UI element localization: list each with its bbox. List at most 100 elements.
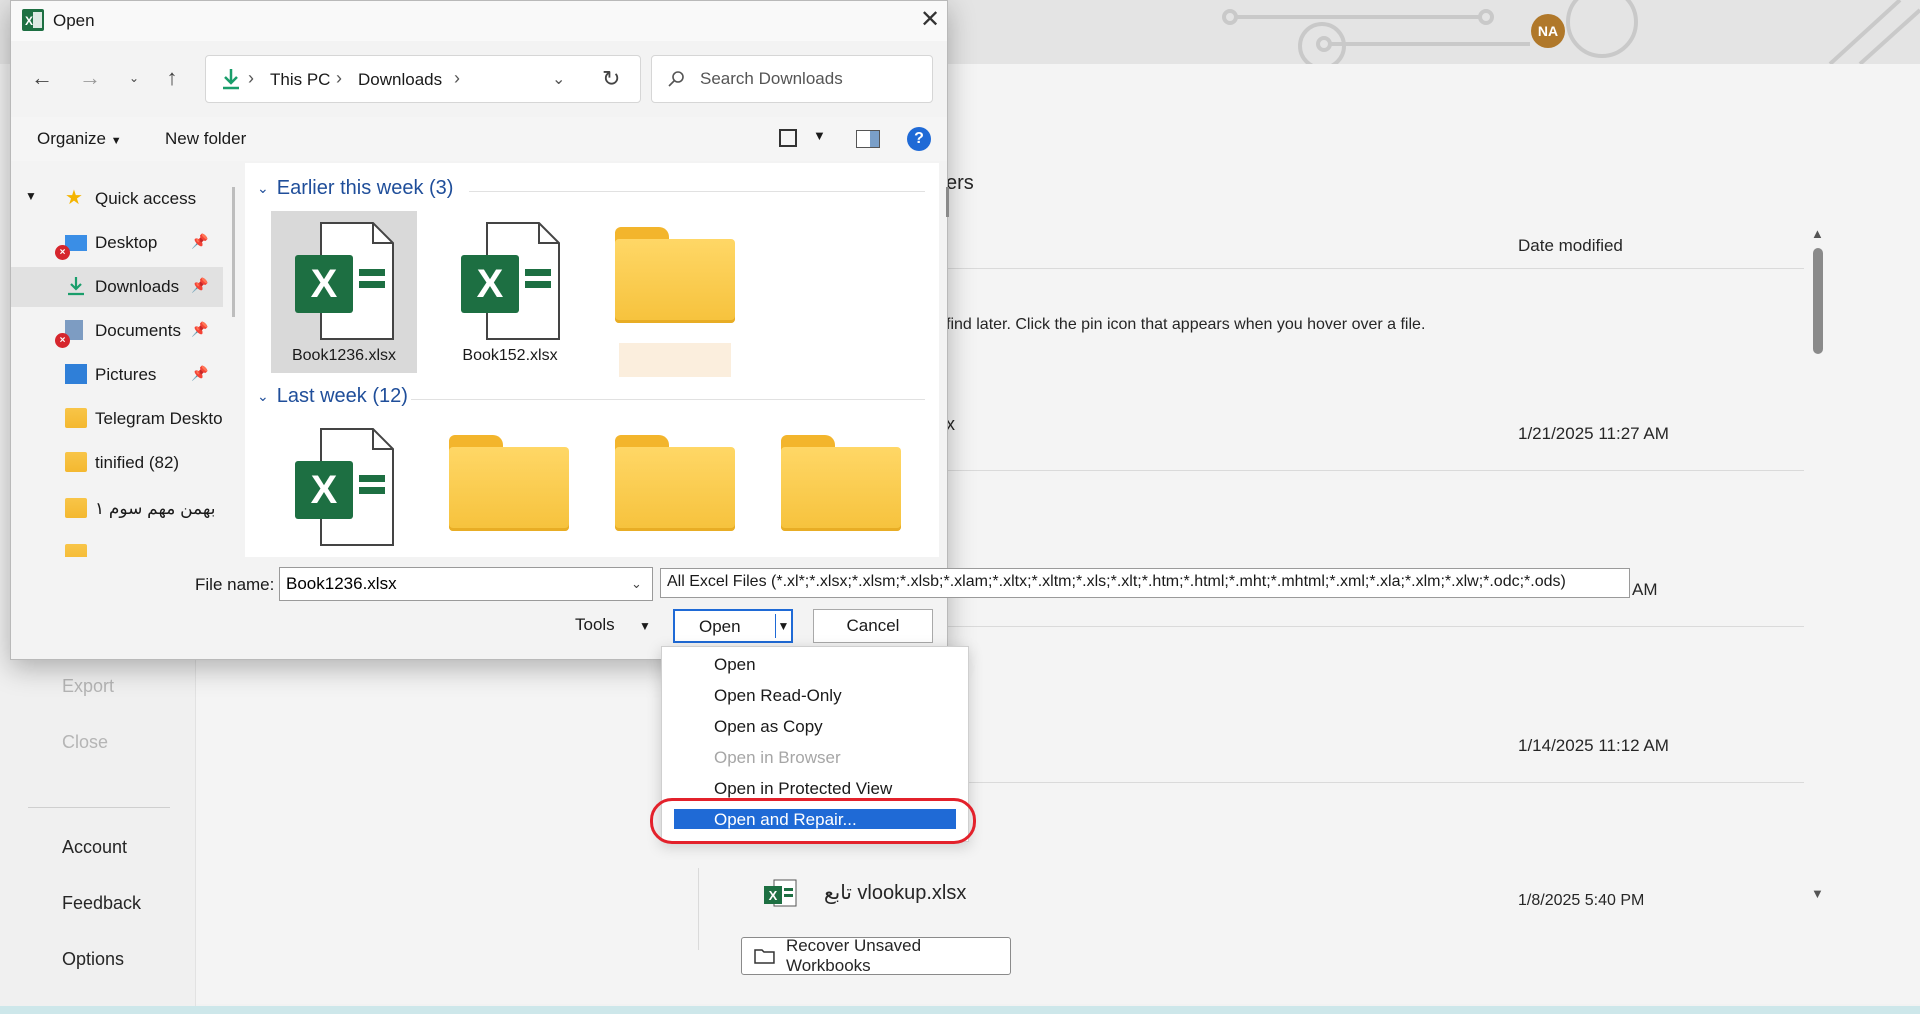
row-divider xyxy=(946,782,1804,783)
file-name-dropdown-icon[interactable]: ⌄ xyxy=(631,576,642,592)
folder-icon xyxy=(65,408,87,428)
scroll-up-icon[interactable]: ▲ xyxy=(1811,226,1824,241)
sync-error-icon: × xyxy=(55,333,70,348)
sidebar-item-partial[interactable] xyxy=(11,535,223,557)
caret-down-icon: ▼ xyxy=(110,135,122,147)
file-tile[interactable]: X xyxy=(271,417,417,557)
new-folder-button[interactable]: New folder xyxy=(165,129,246,149)
dialog-title: Open xyxy=(53,11,95,30)
breadcrumb-downloads[interactable]: Downloads xyxy=(358,70,442,90)
navigation-pane-scrollbar[interactable] xyxy=(232,187,235,317)
tools-button[interactable]: Tools xyxy=(575,615,615,635)
file-tile[interactable]: X Book1236.xlsx xyxy=(271,211,417,373)
open-button-label: Open xyxy=(699,617,741,636)
backstage-scrollbar[interactable]: ▲ ▼ xyxy=(1808,226,1828,906)
nav-close[interactable]: Close xyxy=(62,732,108,753)
recover-unsaved-label: Recover Unsaved Workbooks xyxy=(785,936,922,975)
breadcrumb-separator-icon: › xyxy=(454,68,460,88)
address-dropdown-icon[interactable]: ⌄ xyxy=(552,69,565,89)
view-options-caret-icon[interactable]: ▼ xyxy=(813,128,826,143)
open-split-caret-icon[interactable]: ▼ xyxy=(775,614,791,638)
open-button[interactable]: Open ▼ xyxy=(673,609,793,643)
cancel-button[interactable]: Cancel xyxy=(813,609,933,643)
nav-export[interactable]: Export xyxy=(62,676,114,697)
close-icon[interactable]: ✕ xyxy=(915,5,945,35)
back-arrow-icon[interactable]: ← xyxy=(27,63,57,93)
download-icon xyxy=(223,69,239,90)
view-mode-icon[interactable] xyxy=(779,129,797,147)
breadcrumb-this-pc[interactable]: This PC xyxy=(270,70,330,90)
user-avatar[interactable]: NA xyxy=(1531,14,1565,48)
sidebar-item-downloads[interactable]: Downloads 📌 xyxy=(11,267,223,307)
header-divider xyxy=(946,268,1804,269)
folder-tile[interactable] xyxy=(603,417,749,557)
open-dialog: X Open ✕ ← → ⌄ ↑ › This PC › Downloads ›… xyxy=(10,0,949,660)
pin-icon[interactable]: 📌 xyxy=(191,277,208,294)
dialog-title-bar: X Open ✕ xyxy=(11,1,947,41)
scroll-thumb[interactable] xyxy=(1813,248,1823,354)
sidebar-item-desktop[interactable]: × Desktop 📌 xyxy=(11,223,223,263)
nav-account[interactable]: Account xyxy=(62,837,127,858)
forward-arrow-icon[interactable]: → xyxy=(75,63,105,93)
menu-item-open-protected-view[interactable]: Open in Protected View xyxy=(714,779,892,799)
row-divider xyxy=(946,626,1804,627)
file-list-scrollbar[interactable] xyxy=(946,187,949,217)
chevron-down-icon: ⌄ xyxy=(257,388,269,404)
file-row-name[interactable]: تابع vlookup.xlsx xyxy=(824,880,966,905)
group-header-last-week[interactable]: ⌄ Last week (12) xyxy=(257,385,408,408)
folder-tile[interactable] xyxy=(437,417,583,557)
sidebar-item-telegram[interactable]: Telegram Deskto xyxy=(11,399,223,439)
navigation-pane[interactable]: ▼ ★ Quick access × Desktop 📌 Downloads 📌… xyxy=(11,163,233,557)
excel-app-icon: X xyxy=(22,9,44,31)
file-list[interactable]: ⌄ Earlier this week (3) X Book1236.xlsx … xyxy=(245,163,939,557)
folder-name-placeholder xyxy=(619,343,731,377)
group-header-earlier[interactable]: ⌄ Earlier this week (3) xyxy=(257,177,453,200)
menu-item-open-as-copy[interactable]: Open as Copy xyxy=(714,717,823,737)
refresh-icon[interactable]: ↻ xyxy=(602,66,620,92)
nav-divider xyxy=(28,807,170,808)
menu-item-open-in-browser: Open in Browser xyxy=(714,748,841,767)
tools-caret-icon[interactable]: ▼ xyxy=(639,619,651,633)
pin-icon[interactable]: 📌 xyxy=(191,321,208,338)
folder-tile[interactable] xyxy=(769,417,915,557)
file-name-input[interactable] xyxy=(279,567,653,601)
file-tile[interactable]: X Book152.xlsx xyxy=(437,211,583,373)
nav-feedback[interactable]: Feedback xyxy=(62,893,141,914)
address-bar[interactable]: › This PC › Downloads › ⌄ ↻ xyxy=(205,55,641,103)
svg-text:X: X xyxy=(311,262,338,306)
folder-icon xyxy=(65,544,87,557)
nav-options[interactable]: Options xyxy=(62,949,124,970)
folder-tile[interactable] xyxy=(603,211,749,377)
menu-item-open[interactable]: Open xyxy=(714,655,756,675)
svg-text:X: X xyxy=(477,262,504,306)
chevron-down-icon[interactable]: ▼ xyxy=(25,189,37,203)
pin-icon[interactable]: 📌 xyxy=(191,365,208,382)
file-type-filter[interactable]: All Excel Files (*.xl*;*.xlsx;*.xlsm;*.x… xyxy=(660,568,1630,598)
help-icon[interactable]: ? xyxy=(907,127,931,151)
pin-icon[interactable]: 📌 xyxy=(191,233,208,250)
preview-pane-icon[interactable] xyxy=(856,130,880,148)
sidebar-item-pictures[interactable]: Pictures 📌 xyxy=(11,355,223,395)
scroll-down-icon[interactable]: ▼ xyxy=(1811,886,1824,901)
sidebar-item-documents[interactable]: × Documents 📌 xyxy=(11,311,223,351)
svg-text:X: X xyxy=(769,888,778,903)
sidebar-item-label: Documents xyxy=(95,321,181,340)
search-input[interactable] xyxy=(700,69,900,89)
group-divider xyxy=(469,191,925,192)
group-title: Last week (12) xyxy=(276,385,408,407)
sidebar-item-bahman[interactable]: بهمن مهم سوم ۱ xyxy=(11,489,223,529)
file-row-date: 1/8/2025 5:40 PM xyxy=(1518,892,1645,909)
file-row-date: AM xyxy=(1632,580,1658,599)
organize-button[interactable]: Organize ▼ xyxy=(37,129,122,149)
column-header-date[interactable]: Date modified xyxy=(1518,236,1623,256)
sidebar-item-quick-access[interactable]: ▼ ★ Quick access xyxy=(11,179,223,219)
folder-icon xyxy=(65,452,87,472)
recent-locations-chevron-icon[interactable]: ⌄ xyxy=(119,63,149,93)
menu-item-open-read-only[interactable]: Open Read-Only xyxy=(714,686,842,706)
sidebar-item-tinified[interactable]: tinified (82) xyxy=(11,443,223,483)
chevron-down-icon: ⌄ xyxy=(257,180,269,196)
recover-unsaved-button[interactable]: Recover Unsaved Workbooks xyxy=(741,936,1011,975)
search-box[interactable] xyxy=(651,55,933,103)
annotation-highlight-ring xyxy=(650,798,976,844)
up-arrow-icon[interactable]: ↑ xyxy=(157,63,187,93)
